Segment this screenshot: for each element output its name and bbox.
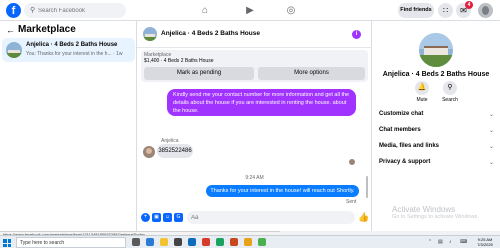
conversation-details-panel: Anjelica · 4 Beds 2 Baths House 🔔 Mute ⚲… (372, 21, 500, 231)
chevron-down-icon: ⌄ (488, 128, 494, 134)
menu-grid-icon[interactable]: ∷ (438, 3, 453, 18)
chat-title[interactable]: Anjelica · 4 Beds 2 Baths House (161, 30, 260, 37)
listing-price[interactable]: $1,400 · 4 Beds 2 Baths House (144, 58, 214, 64)
chevron-down-icon: ⌄ (488, 112, 494, 118)
chevron-down-icon: ⌄ (488, 144, 494, 150)
clock-date: 7/3/2025 (477, 242, 493, 247)
seen-avatar (349, 159, 355, 165)
search-icon[interactable]: ⚲ (443, 81, 457, 95)
house-thumbnail (143, 27, 157, 41)
customize-chat-row[interactable]: Customize chat ⌄ (379, 111, 494, 118)
house-image (419, 33, 453, 67)
gif-icon[interactable]: G (174, 213, 183, 222)
chrome-icon[interactable] (258, 238, 266, 246)
video-icon[interactable]: ▶ (243, 4, 257, 17)
edge-icon[interactable] (146, 238, 154, 246)
chat-members-row[interactable]: Chat members ⌄ (379, 127, 494, 134)
volume-icon[interactable]: ♪ (449, 239, 452, 245)
sent-status: Sent (346, 199, 357, 205)
details-title: Anjelica · 4 Beds 2 Baths House (382, 71, 490, 78)
info-icon[interactable]: i (352, 30, 361, 39)
home-icon[interactable]: ⌂ (198, 4, 212, 17)
mute-bell-icon[interactable]: 🔔 (415, 81, 429, 95)
conversation-title: Anjelica · 4 Beds 2 Baths House (26, 42, 118, 48)
task-view-icon[interactable] (132, 238, 140, 246)
tray-chevron-icon[interactable]: ⌃ (428, 239, 432, 245)
mute-label: Mute (416, 97, 428, 103)
chat-scrollbar[interactable] (366, 176, 368, 198)
listing-card: Marketplace $1,400 · 4 Beds 2 Baths Hous… (141, 50, 368, 82)
windows-taskbar: Type here to search ⌃ ▤ ♪ ⌨ 9:25 AM 7/3/… (0, 235, 500, 248)
photo-icon[interactable]: ▣ (152, 213, 161, 222)
marketplace-inbox-panel: ← Marketplace Anjelica · 4 Beds 2 Baths … (0, 21, 137, 231)
conversation-preview: You: Thanks for your interest in the h..… (26, 51, 123, 57)
app-icon[interactable] (244, 238, 252, 246)
chat-header: Anjelica · 4 Beds 2 Baths House i (137, 21, 372, 48)
top-navigation-bar: f ⚲ ⌂ ▶ ◎ Find friends ∷ ✉ 4 (0, 0, 500, 21)
notification-badge: 4 (465, 1, 473, 9)
house-thumbnail (6, 42, 22, 58)
taskbar-clock[interactable]: 9:25 AM 7/3/2025 (474, 237, 496, 247)
outgoing-message: Kindly send me your contact number for m… (167, 89, 356, 116)
outgoing-message: Thanks for your interest in the house! w… (206, 185, 359, 197)
chrome-icon[interactable] (216, 238, 224, 246)
sticker-icon[interactable]: ☺ (163, 213, 172, 222)
privacy-support-row[interactable]: Privacy & support ⌄ (379, 159, 494, 166)
message-composer: + ▣ ☺ G 👍 (137, 209, 372, 229)
conversation-item[interactable]: Anjelica · 4 Beds 2 Baths House You: Tha… (2, 38, 135, 62)
windows-start-icon[interactable] (3, 239, 11, 247)
mail-icon[interactable] (188, 238, 196, 246)
find-friends-button[interactable]: Find friends (398, 3, 434, 18)
search-icon: ⚲ (30, 7, 36, 14)
chevron-down-icon: ⌄ (488, 160, 494, 166)
groups-icon[interactable]: ◎ (284, 4, 298, 17)
message-input[interactable] (187, 211, 355, 224)
activate-windows-title: Activate Windows (392, 205, 456, 214)
plus-icon[interactable]: + (141, 213, 150, 222)
app-icon[interactable] (230, 238, 238, 246)
taskbar-search[interactable]: Type here to search (16, 237, 126, 248)
app-icon[interactable] (202, 238, 210, 246)
activate-windows-subtitle: Go to Settings to activate Windows. (392, 214, 479, 220)
sender-avatar[interactable] (143, 146, 155, 158)
message-timestamp: 9:24 AM (245, 175, 264, 181)
search-input[interactable] (38, 5, 122, 16)
keyboard-icon[interactable]: ⌨ (460, 239, 467, 245)
thumbs-up-icon[interactable]: 👍 (358, 212, 369, 223)
incoming-message: 3852522486 (157, 144, 193, 158)
chat-panel: Anjelica · 4 Beds 2 Baths House i Market… (137, 21, 372, 231)
media-files-links-row[interactable]: Media, files and links ⌄ (379, 143, 494, 150)
search-label: Search (442, 97, 458, 103)
panel-title: Marketplace (18, 24, 76, 35)
more-options-button[interactable]: More options (258, 67, 365, 80)
search-box[interactable]: ⚲ (24, 3, 126, 18)
file-explorer-icon[interactable] (160, 238, 168, 246)
mark-as-pending-button[interactable]: Mark as pending (144, 67, 254, 80)
store-icon[interactable] (174, 238, 182, 246)
facebook-logo[interactable]: f (6, 3, 21, 18)
profile-avatar[interactable] (478, 3, 493, 18)
network-icon[interactable]: ▤ (438, 239, 443, 245)
